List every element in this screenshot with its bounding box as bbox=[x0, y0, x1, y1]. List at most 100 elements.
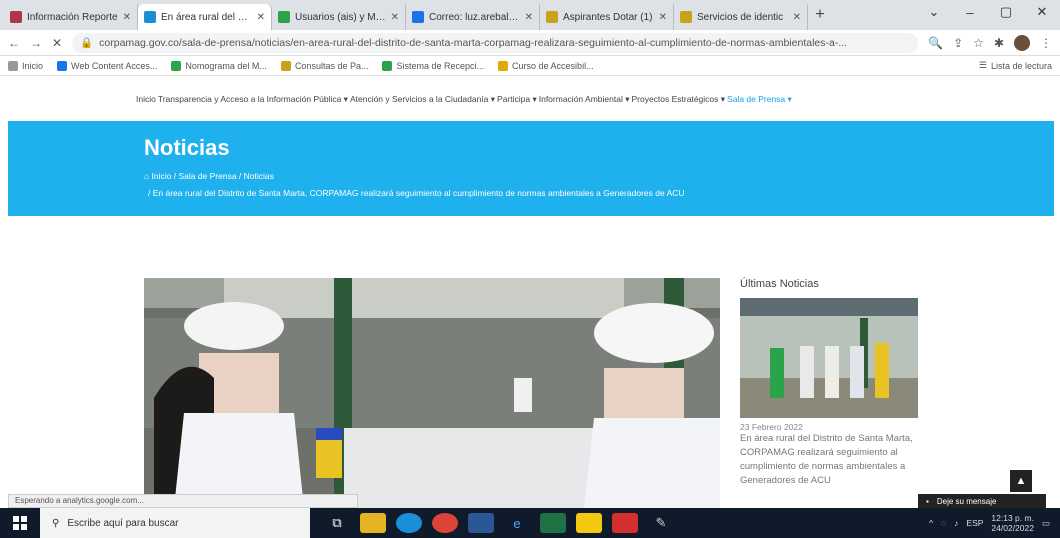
tab-title: En área rural del Distr bbox=[161, 11, 252, 23]
share-icon[interactable]: ⇪ bbox=[953, 36, 963, 50]
star-icon[interactable]: ☆ bbox=[973, 36, 984, 50]
taskbar-search[interactable]: ⚲ Escribe aquí para buscar bbox=[40, 508, 310, 538]
hero-banner: Noticias ⌂ Inicio / Sala de Prensa / Not… bbox=[8, 121, 1054, 216]
favicon-icon bbox=[412, 11, 424, 23]
browser-tab[interactable]: Información Reporte ✕ bbox=[4, 4, 138, 30]
menu-item[interactable]: Información Ambiental ▾ bbox=[539, 94, 630, 104]
new-tab-button[interactable]: + bbox=[808, 6, 832, 24]
profile-avatar[interactable] bbox=[1014, 34, 1030, 51]
menu-item[interactable]: Sala de Prensa ▾ bbox=[727, 94, 792, 104]
task-view-icon[interactable]: ⧉ bbox=[324, 513, 350, 533]
system-tray: ^ ◌ ♪ ESP 12:13 p. m. 24/02/2022 ▭ bbox=[929, 513, 1060, 533]
browser-tab[interactable]: Aspirantes Dotar (1) ✕ bbox=[540, 4, 674, 30]
close-tab-icon[interactable]: ✕ bbox=[525, 12, 533, 23]
bookmark-item[interactable]: Curso de Accesibil... bbox=[498, 60, 594, 71]
breadcrumb-current: / En área rural del Distrito de Santa Ma… bbox=[148, 188, 685, 198]
favicon-icon bbox=[144, 11, 156, 23]
chrome-icon[interactable] bbox=[432, 513, 458, 533]
menu-icon[interactable]: ⋮ bbox=[1040, 36, 1052, 50]
scroll-top-button[interactable]: ▲ bbox=[1010, 470, 1032, 492]
chevron-up-icon: ▲ bbox=[1015, 475, 1027, 487]
url-field[interactable]: 🔒 corpamag.gov.co/sala-de-prensa/noticia… bbox=[72, 32, 919, 53]
main-menu: Inicio Transparencia y Acceso a la Inform… bbox=[0, 94, 1060, 105]
clock[interactable]: 12:13 p. m. 24/02/2022 bbox=[991, 513, 1034, 533]
chat-button[interactable]: ▪ Deje su mensaje bbox=[918, 494, 1046, 508]
close-tab-icon[interactable]: ✕ bbox=[793, 12, 801, 23]
favicon-icon bbox=[546, 11, 558, 23]
internet-explorer-icon[interactable]: e bbox=[504, 513, 530, 533]
menu-item[interactable]: Proyectos Estratégicos ▾ bbox=[631, 94, 725, 104]
menu-item[interactable]: Atención y Servicios a la Ciudadanía ▾ bbox=[350, 94, 495, 104]
bookmark-icon bbox=[57, 60, 68, 71]
browser-tab[interactable]: Usuarios (ais) y Medi ✕ bbox=[272, 4, 406, 30]
back-icon[interactable]: ← bbox=[8, 36, 20, 50]
status-bar: Esperando a analytics.google.com... bbox=[8, 494, 358, 508]
bookmarks-bar: Inicio Web Content Acces... Nomograma del … bbox=[0, 56, 1060, 76]
news-date: 23 Febrero 2022 bbox=[740, 422, 803, 432]
browser-tab[interactable]: En área rural del Distr ✕ bbox=[138, 4, 272, 30]
bookmark-icon bbox=[171, 60, 182, 71]
bookmark-item[interactable]: Nomograma del M... bbox=[171, 60, 267, 71]
tab-search-icon[interactable]: ⌄ bbox=[916, 0, 952, 24]
chevron-up-icon[interactable]: ^ bbox=[929, 518, 933, 528]
favicon-icon bbox=[680, 11, 692, 23]
browser-tab[interactable]: Servicios de identic ✕ bbox=[674, 4, 808, 30]
volume-icon[interactable]: ♪ bbox=[954, 518, 958, 528]
start-button[interactable] bbox=[0, 508, 40, 538]
language-indicator[interactable]: ESP bbox=[966, 518, 983, 528]
close-tab-icon[interactable]: ✕ bbox=[659, 12, 667, 23]
breadcrumb[interactable]: ⌂ Inicio / Sala de Prensa / Noticias bbox=[144, 171, 274, 181]
wifi-icon[interactable]: ◌ bbox=[941, 518, 946, 528]
app-icon[interactable]: ✎ bbox=[648, 513, 674, 533]
bookmark-item[interactable]: Inicio bbox=[8, 60, 44, 71]
bookmark-icon bbox=[8, 60, 18, 71]
extensions-icon[interactable]: ✱ bbox=[994, 36, 1004, 50]
windows-icon bbox=[13, 516, 27, 530]
browser-tab[interactable]: Correo: luz.arebal.us ✕ bbox=[406, 4, 540, 30]
favicon-icon bbox=[10, 11, 22, 23]
tab-title: Aspirantes Dotar (1) bbox=[563, 11, 653, 23]
close-tab-icon[interactable]: ✕ bbox=[257, 12, 265, 23]
bookmark-item[interactable]: Sistema de Recepci... bbox=[382, 60, 484, 71]
file-explorer-icon[interactable] bbox=[360, 513, 386, 533]
reading-list-button[interactable]: ☰ Lista de lectura bbox=[979, 60, 1052, 71]
minimize-icon[interactable]: – bbox=[952, 0, 988, 24]
acrobat-icon[interactable] bbox=[612, 513, 638, 533]
favicon-icon bbox=[278, 11, 290, 23]
bookmark-label: Inicio bbox=[22, 60, 44, 71]
bookmark-label: Curso de Accesibil... bbox=[512, 60, 594, 71]
article-photo bbox=[144, 278, 720, 508]
browser-tab-bar: Información Reporte ✕ En área rural del Di… bbox=[0, 0, 1060, 30]
tab-title: Información Reporte bbox=[27, 11, 118, 23]
bookmark-icon bbox=[382, 60, 393, 71]
window-controls: ⌄ – ▢ ✕ bbox=[916, 0, 1060, 24]
close-window-icon[interactable]: ✕ bbox=[1024, 0, 1060, 24]
maximize-icon[interactable]: ▢ bbox=[988, 0, 1024, 24]
edge-icon[interactable] bbox=[396, 513, 422, 533]
news-link[interactable]: En área rural del Distrito de Santa Mart… bbox=[740, 432, 918, 488]
word-icon[interactable] bbox=[468, 513, 494, 533]
bookmark-icon bbox=[280, 60, 291, 71]
tab-title: Correo: luz.arebal.us bbox=[429, 11, 520, 23]
bookmark-item[interactable]: Consultas de Pa... bbox=[280, 60, 369, 71]
page-title: Noticias bbox=[144, 135, 230, 160]
menu-item[interactable]: Transparencia y Acceso a la Información … bbox=[158, 94, 348, 104]
forward-icon[interactable]: → bbox=[30, 36, 42, 50]
files-icon[interactable] bbox=[576, 513, 602, 533]
menu-item[interactable]: Inicio bbox=[136, 94, 156, 104]
news-thumbnail[interactable] bbox=[740, 298, 918, 418]
zoom-icon[interactable]: 🔍 bbox=[928, 36, 943, 50]
close-tab-icon[interactable]: ✕ bbox=[391, 12, 399, 23]
notifications-icon[interactable]: ▭ bbox=[1042, 518, 1050, 529]
close-tab-icon[interactable]: ✕ bbox=[123, 12, 131, 23]
bookmark-item[interactable]: Web Content Acces... bbox=[57, 60, 157, 71]
stop-icon[interactable]: ✕ bbox=[52, 36, 62, 50]
lock-icon: 🔒 bbox=[80, 37, 94, 49]
latest-news-title: Últimas Noticias bbox=[740, 278, 819, 290]
tab-title: Servicios de identic bbox=[697, 11, 784, 23]
web-page: Inicio Transparencia y Acceso a la Inform… bbox=[0, 76, 1060, 508]
bookmark-label: Consultas de Pa... bbox=[294, 60, 369, 71]
chat-icon: ▪ bbox=[926, 496, 929, 506]
menu-item[interactable]: Participa ▾ bbox=[497, 94, 537, 104]
excel-icon[interactable] bbox=[540, 513, 566, 533]
